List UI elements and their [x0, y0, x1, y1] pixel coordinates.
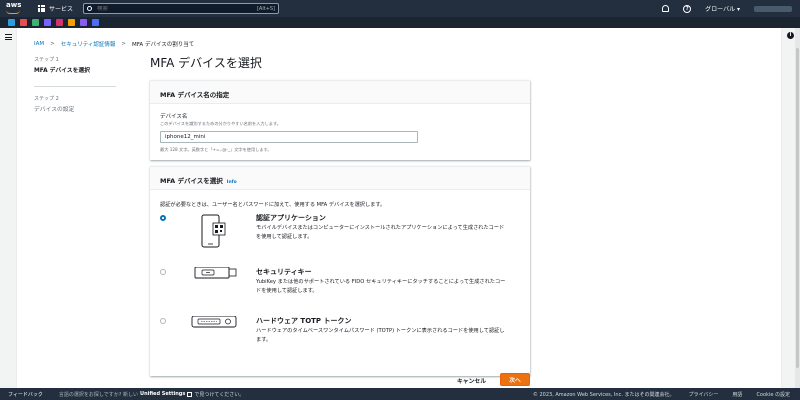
info-link[interactable]: Info	[227, 180, 237, 185]
help-icon[interactable]: ?	[683, 4, 692, 13]
favorite-service-icon[interactable]	[20, 19, 27, 26]
copyright-text: © 2023, Amazon Web Services, Inc. またはその関…	[532, 391, 675, 398]
wizard-steps: ステップ 1 MFA デバイスを選択 ステップ 2 デバイスの設定	[34, 56, 116, 121]
footer: フィードバック 言語の選択をお探しですか? 新しい Unified Settin…	[0, 388, 800, 400]
search-bar[interactable]: [Alt+S]	[83, 3, 280, 14]
cancel-button[interactable]: キャンセル	[457, 376, 486, 385]
security-key-icon	[194, 267, 237, 279]
option-title: セキュリティキー	[256, 268, 312, 276]
option-authenticator-app[interactable]: 認証アプリケーション モバイルデバイスまたはコンピューターにインストールされたア…	[160, 214, 520, 259]
page-title: MFA デバイスを選択	[150, 56, 262, 70]
card-header-title: MFA デバイスを選択	[160, 177, 223, 185]
scrollbar-thumb[interactable]	[796, 48, 799, 368]
privacy-link[interactable]: プライバシー	[689, 391, 719, 398]
wizard-actions: キャンセル 次へ	[150, 373, 530, 388]
phone-qr-icon	[201, 214, 226, 248]
radio-hardware-totp[interactable]	[160, 318, 166, 324]
step-number: ステップ 1	[34, 57, 59, 63]
option-description: YubiKey または他のサポートされている FIDO セキュリティキーにタッチ…	[256, 279, 506, 294]
favorite-service-icon[interactable]	[80, 19, 87, 26]
favorites-bar	[0, 17, 800, 28]
account-menu[interactable]	[754, 5, 792, 12]
option-title: ハードウェア TOTP トークン	[256, 317, 352, 325]
favorite-service-icon[interactable]	[44, 19, 51, 26]
language-hint: 言語の選択をお探しですか? 新しい	[58, 391, 139, 398]
device-name-card: MFA デバイス名の指定 デバイス名 このデバイスを識別するための分かりやすい名…	[150, 80, 530, 160]
option-title: 認証アプリケーション	[256, 214, 326, 222]
breadcrumb-security-credentials[interactable]: セキュリティ認証情報	[61, 40, 116, 48]
search-shortcut-hint: [Alt+S]	[256, 5, 276, 12]
terms-link[interactable]: 用語	[732, 391, 742, 398]
radio-security-key[interactable]	[160, 269, 166, 275]
notifications-bell-icon[interactable]	[662, 5, 670, 12]
top-navigation: aws サービス [Alt+S] ? グローバル ▾	[0, 0, 800, 17]
navigation-menu-icon[interactable]	[5, 34, 12, 42]
aws-logo[interactable]: aws	[6, 2, 28, 15]
page-scrollbar[interactable]	[795, 28, 800, 388]
breadcrumb-iam[interactable]: IAM	[34, 41, 44, 47]
breadcrumb-separator-icon: >	[121, 41, 127, 47]
language-hint-suffix: で見つけてください。	[194, 391, 245, 398]
breadcrumb-separator-icon: >	[50, 41, 55, 47]
option-hardware-totp[interactable]: ハードウェア TOTP トークン ハードウェアのタイムベースワンタイムパスワード…	[160, 316, 520, 362]
card-header: MFA デバイスを選択 Info	[150, 167, 530, 190]
external-link-icon	[187, 391, 193, 397]
search-icon	[87, 6, 93, 11]
info-panel-icon[interactable]: i	[787, 32, 794, 39]
device-name-constraint: 最大 128 文字。英数字と「+=,.@-_」文字を使用します。	[160, 147, 272, 152]
favorite-service-icon[interactable]	[8, 19, 15, 26]
favorite-service-icon[interactable]	[68, 19, 75, 26]
services-grid-icon[interactable]	[38, 5, 45, 12]
search-input[interactable]	[97, 5, 257, 12]
option-description: ハードウェアのタイムベースワンタイムパスワード (TOTP) トークンに表示され…	[256, 328, 505, 343]
step-number: ステップ 2	[34, 96, 59, 102]
services-menu[interactable]: サービス	[49, 4, 73, 13]
device-type-description: 認証が必要なときは、ユーザー名とパスワードに加えて、使用する MFA デバイスを…	[160, 202, 386, 208]
step-divider	[34, 86, 116, 87]
region-selector[interactable]: グローバル ▾	[705, 4, 740, 13]
cookie-settings-link[interactable]: Cookie の設定	[756, 391, 790, 398]
main-content: IAM > セキュリティ認証情報 > MFA デバイスの割り当て ステップ 1 …	[16, 28, 782, 388]
option-security-key[interactable]: セキュリティキー YubiKey または他のサポートされている FIDO セキュ…	[160, 267, 520, 313]
breadcrumb: IAM > セキュリティ認証情報 > MFA デバイスの割り当て	[34, 40, 194, 48]
favorite-service-icon[interactable]	[92, 19, 99, 26]
totp-token-icon	[191, 316, 237, 328]
breadcrumb-current: MFA デバイスの割り当て	[132, 42, 195, 48]
favorite-service-icon[interactable]	[56, 19, 63, 26]
device-name-label: デバイス名	[160, 114, 188, 120]
device-type-card: MFA デバイスを選択 Info 認証が必要なときは、ユーザー名とパスワードに加え…	[150, 166, 530, 376]
next-button[interactable]: 次へ	[500, 373, 530, 386]
favorite-service-icon[interactable]	[32, 19, 39, 26]
radio-authenticator-app[interactable]	[160, 215, 166, 221]
option-description: モバイルデバイスまたはコンピューターにインストールされたアプリケーションによって…	[256, 225, 505, 240]
step-title: MFA デバイスを選択	[34, 68, 90, 74]
feedback-link[interactable]: フィードバック	[8, 391, 43, 398]
device-name-description: このデバイスを識別するための分かりやすい名前を入力します。	[160, 121, 281, 126]
unified-settings-link[interactable]: Unified Settings	[140, 391, 185, 397]
wizard-step-2: ステップ 2 デバイスの設定	[34, 95, 116, 121]
wizard-step-1: ステップ 1 MFA デバイスを選択	[34, 56, 116, 82]
card-header: MFA デバイス名の指定	[150, 81, 530, 104]
step-title: デバイスの設定	[34, 107, 75, 113]
device-name-input[interactable]	[160, 131, 418, 143]
